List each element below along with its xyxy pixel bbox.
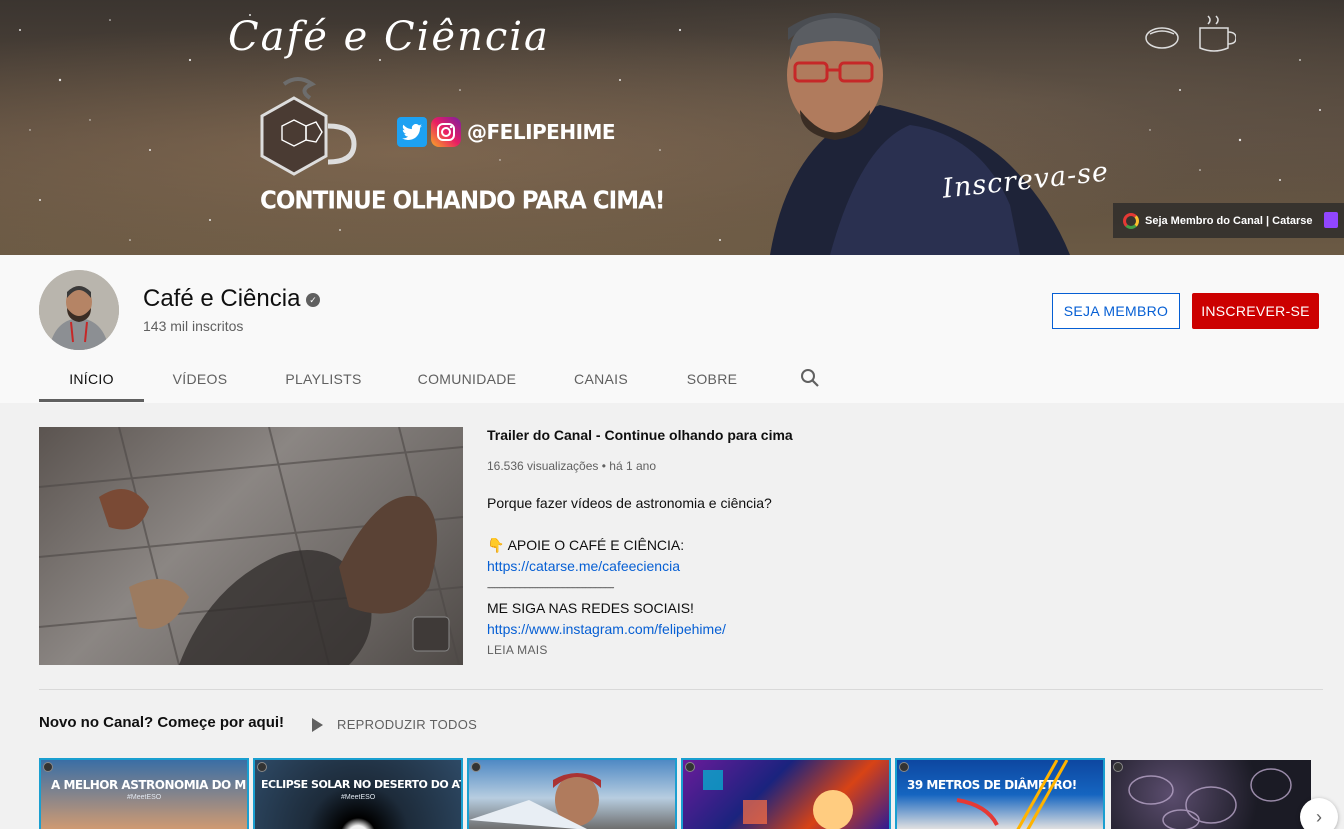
description-line: Porque fazer vídeos de astronomia e ciên…: [487, 495, 772, 511]
trailer-video-player[interactable]: [39, 427, 463, 665]
pointing-down-icon: 👇: [487, 537, 505, 553]
trailer-info: Trailer do Canal - Continue olhando para…: [487, 427, 987, 657]
banner-title: Café e Ciência: [228, 14, 550, 60]
video-thumbnail[interactable]: A MELHOR ASTRONOMIA DO MUNDO! #MeetESO: [39, 758, 249, 829]
chevron-right-icon[interactable]: ›: [1300, 798, 1338, 829]
check-circle-icon: ✓: [306, 293, 320, 307]
read-more-button[interactable]: LEIA MAIS: [487, 643, 987, 657]
thumbnail-hashtag: #MeetESO: [127, 794, 162, 801]
video-thumbnail[interactable]: [1109, 758, 1313, 829]
trailer-title[interactable]: Trailer do Canal - Continue olhando para…: [487, 427, 987, 443]
upload-age: há 1 ano: [609, 459, 657, 473]
search-icon[interactable]: [800, 368, 820, 388]
description-separator: ----------------------------------------…: [487, 583, 614, 592]
coffee-cup-logo: [260, 77, 357, 176]
meta-dot: •: [601, 459, 606, 473]
banner-tagline: CONTINUE OLHANDO PARA CIMA!: [260, 186, 665, 216]
channel-avatar[interactable]: [39, 270, 119, 350]
banner-link-catarse[interactable]: Seja Membro do Canal | Catarse: [1113, 203, 1344, 238]
description-support: 👇 APOIE O CAFÉ E CIÊNCIA:: [487, 535, 987, 556]
support-text: APOIE O CAFÉ E CIÊNCIA:: [507, 537, 685, 553]
channel-banner: Café e Ciência @FELIPEHIME CONTINUE OLHA…: [0, 0, 1344, 255]
tab-inicio[interactable]: INÍCIO: [39, 355, 144, 402]
follow-text: ME SIGA NAS REDES SOCIAIS!: [487, 600, 694, 616]
video-thumbnail[interactable]: [681, 758, 891, 829]
video-thumbnail[interactable]: [467, 758, 677, 829]
tab-videos[interactable]: VÍDEOS: [144, 355, 256, 402]
thumbnail-title: ECLIPSE SOLAR NO DESERTO DO ATACAMA: [261, 778, 461, 791]
thumbnail-hashtag: #MeetESO: [341, 794, 376, 801]
social-handle: @FELIPEHIME: [467, 120, 616, 144]
thumbnail-title: A MELHOR ASTRONOMIA DO MUNDO!: [51, 778, 247, 792]
twitch-icon[interactable]: [1324, 212, 1338, 228]
tab-playlists[interactable]: PLAYLISTS: [256, 355, 391, 402]
banner-link-label: Seja Membro do Canal | Catarse: [1145, 214, 1313, 227]
video-shelf: A MELHOR ASTRONOMIA DO MUNDO! #MeetESO E…: [39, 758, 1313, 829]
video-thumbnail[interactable]: 39 METROS DE DIÂMETRO!: [895, 758, 1105, 829]
channel-tabs: INÍCIO VÍDEOS PLAYLISTS COMUNIDADE CANAI…: [39, 355, 765, 402]
channel-logo-icon: [257, 762, 267, 772]
play-icon: [312, 717, 323, 732]
channel-logo-icon: [43, 762, 53, 772]
social-handles: @FELIPEHIME: [397, 117, 616, 147]
tab-comunidade[interactable]: COMUNIDADE: [391, 355, 543, 402]
instagram-icon: [431, 117, 461, 147]
subscriber-count: 143 mil inscritos: [143, 318, 244, 334]
shelf-title[interactable]: Novo no Canal? Começe por aqui!: [39, 714, 284, 731]
twitter-icon: [397, 117, 427, 147]
play-all-button[interactable]: REPRODUZIR TODOS: [312, 717, 477, 732]
subscribe-button[interactable]: INSCREVER-SE: [1192, 293, 1319, 329]
view-count: 16.536 visualizações: [487, 459, 599, 473]
video-thumbnail[interactable]: ECLIPSE SOLAR NO DESERTO DO ATACAMA #Mee…: [253, 758, 463, 829]
section-divider: [39, 689, 1323, 690]
trailer-meta: 16.536 visualizações • há 1 ano: [487, 459, 987, 473]
presenter-photo: [770, 13, 1070, 255]
tab-canais[interactable]: CANAIS: [543, 355, 659, 402]
tab-sobre[interactable]: SOBRE: [659, 355, 765, 402]
coffee-icon: [1145, 15, 1236, 52]
catarse-logo-icon: [1123, 212, 1139, 229]
play-all-label: REPRODUZIR TODOS: [337, 717, 478, 732]
home-content: Trailer do Canal - Continue olhando para…: [0, 403, 1344, 829]
join-member-button[interactable]: SEJA MEMBRO: [1052, 293, 1180, 329]
trailer-description: Porque fazer vídeos de astronomia e ciên…: [487, 493, 987, 640]
catarse-link[interactable]: https://catarse.me/cafeeciencia: [487, 556, 987, 577]
instagram-link[interactable]: https://www.instagram.com/felipehime/: [487, 619, 987, 640]
channel-name: Café e Ciência: [143, 285, 301, 312]
channel-header: Café e Ciência ✓ 143 mil inscritos SEJA …: [0, 255, 1344, 403]
